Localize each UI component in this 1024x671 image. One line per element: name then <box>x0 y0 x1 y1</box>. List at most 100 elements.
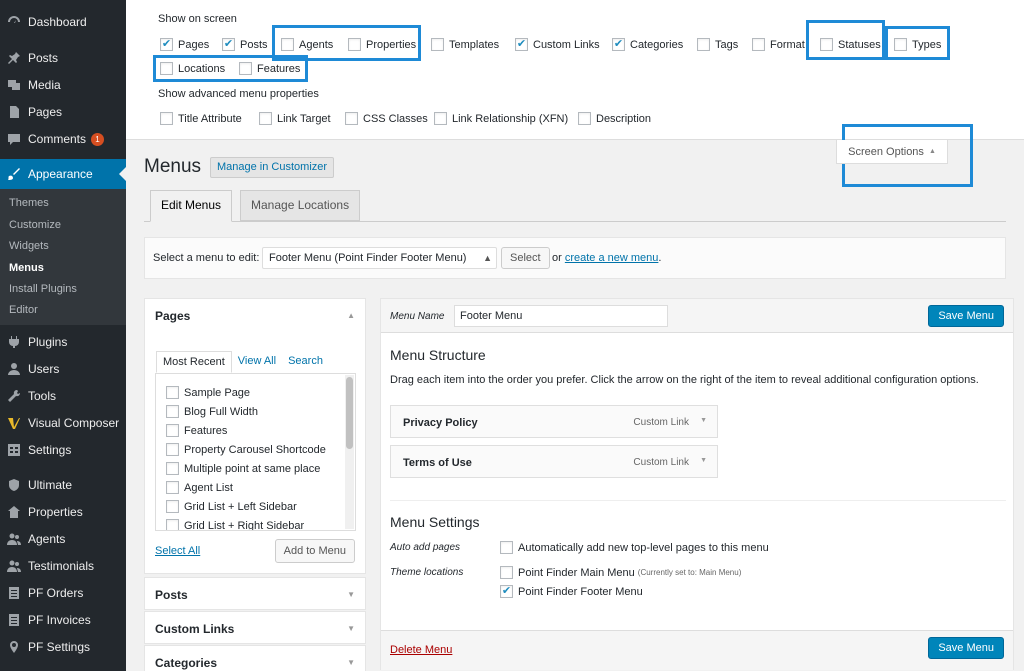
collapse-arrow-icon[interactable]: ▲ <box>347 311 355 320</box>
checkbox[interactable] <box>752 38 765 51</box>
checkbox[interactable] <box>160 62 173 75</box>
checkbox[interactable] <box>431 38 444 51</box>
option-link-target[interactable]: Link Target <box>259 112 331 125</box>
checkbox[interactable] <box>820 38 833 51</box>
menu-item-terms-of-use[interactable]: Terms of Use Custom Link ▼ <box>390 445 718 478</box>
checkbox[interactable] <box>166 462 179 475</box>
option-posts[interactable]: Posts <box>222 38 268 51</box>
menu-item-privacy-policy[interactable]: Privacy Policy Custom Link ▼ <box>390 405 718 438</box>
posts-panel[interactable]: Posts ▼ <box>144 577 366 610</box>
nav-agents[interactable]: Agents <box>0 527 126 551</box>
nav-testimonials[interactable]: Testimonials <box>0 554 126 578</box>
create-new-menu-link[interactable]: create a new menu <box>565 252 659 264</box>
nav-settings[interactable]: Settings <box>0 438 126 462</box>
checkbox[interactable] <box>166 405 179 418</box>
expand-arrow-icon[interactable]: ▼ <box>700 417 707 424</box>
select-all-link[interactable]: Select All <box>155 545 200 557</box>
custom-links-panel[interactable]: Custom Links ▼ <box>144 611 366 644</box>
nav-comments[interactable]: Comments 1 <box>0 127 126 151</box>
tab-view-all[interactable]: View All <box>232 351 282 373</box>
checkbox[interactable] <box>500 566 513 579</box>
checkbox[interactable] <box>434 112 447 125</box>
tab-manage-locations[interactable]: Manage Locations <box>240 190 361 221</box>
list-item[interactable]: Agent List <box>166 481 233 494</box>
nav-pf-invoices[interactable]: PF Invoices <box>0 608 126 632</box>
tab-edit-menus[interactable]: Edit Menus <box>150 190 233 222</box>
submenu-themes[interactable]: Themes <box>9 195 49 211</box>
checkbox[interactable] <box>345 112 358 125</box>
checkbox[interactable] <box>578 112 591 125</box>
option-format[interactable]: Format <box>752 38 805 51</box>
checkbox[interactable] <box>239 62 252 75</box>
list-item[interactable]: Property Carousel Shortcode <box>166 443 326 456</box>
checkbox[interactable] <box>515 38 528 51</box>
option-locations[interactable]: Locations <box>160 62 225 75</box>
submenu-editor[interactable]: Editor <box>9 302 38 318</box>
location-footer-menu[interactable]: Point Finder Footer Menu <box>500 585 643 598</box>
nav-pf-settings[interactable]: PF Settings <box>0 635 126 659</box>
option-types[interactable]: Types <box>894 38 941 51</box>
delete-menu-link[interactable]: Delete Menu <box>390 644 452 656</box>
location-main-menu[interactable]: Point Finder Main Menu (Currently set to:… <box>500 566 741 579</box>
screen-options-toggle[interactable]: Screen Options ▲ <box>836 140 948 164</box>
option-link-relationship[interactable]: Link Relationship (XFN) <box>434 112 568 125</box>
list-item[interactable]: Grid List + Right Sidebar <box>166 519 304 530</box>
list-item[interactable]: Features <box>166 424 227 437</box>
manage-in-customizer-button[interactable]: Manage in Customizer <box>210 157 335 178</box>
menu-name-input[interactable]: Footer Menu <box>454 305 668 327</box>
option-properties[interactable]: Properties <box>348 38 416 51</box>
option-agents[interactable]: Agents <box>281 38 333 51</box>
nav-pf-orders[interactable]: PF Orders <box>0 581 126 605</box>
option-categories[interactable]: Categories <box>612 38 683 51</box>
option-features[interactable]: Features <box>239 62 300 75</box>
checkbox[interactable] <box>281 38 294 51</box>
checkbox[interactable] <box>697 38 710 51</box>
nav-media[interactable]: Media <box>0 73 126 97</box>
nav-plugins[interactable]: Plugins <box>0 330 126 354</box>
submenu-customize[interactable]: Customize <box>9 217 61 233</box>
nav-ultimate[interactable]: Ultimate <box>0 473 126 497</box>
checkbox[interactable] <box>166 386 179 399</box>
add-to-menu-button[interactable]: Add to Menu <box>274 539 355 563</box>
list-item[interactable]: Sample Page <box>166 386 250 399</box>
checkbox[interactable] <box>160 38 173 51</box>
option-css-classes[interactable]: CSS Classes <box>345 112 428 125</box>
page-checklist[interactable]: Sample Page Blog Full Width Features Pro… <box>155 373 356 531</box>
option-pages[interactable]: Pages <box>160 38 209 51</box>
tab-search[interactable]: Search <box>282 351 329 373</box>
option-statuses[interactable]: Statuses <box>820 38 881 51</box>
list-item[interactable]: Multiple point at same place <box>166 462 320 475</box>
list-item[interactable]: Blog Full Width <box>166 405 258 418</box>
checkbox[interactable] <box>500 585 513 598</box>
list-item[interactable]: Grid List + Left Sidebar <box>166 500 297 513</box>
checkbox[interactable] <box>166 481 179 494</box>
categories-panel[interactable]: Categories ▼ <box>144 645 366 671</box>
checkbox[interactable] <box>894 38 907 51</box>
expand-arrow-icon[interactable]: ▼ <box>700 457 707 464</box>
auto-add-pages-option[interactable]: Automatically add new top-level pages to… <box>500 541 769 554</box>
nav-tools[interactable]: Tools <box>0 384 126 408</box>
option-description[interactable]: Description <box>578 112 651 125</box>
checkbox[interactable] <box>612 38 625 51</box>
checkbox[interactable] <box>500 541 513 554</box>
list-scrollbar[interactable] <box>345 375 354 529</box>
save-menu-button-top[interactable]: Save Menu <box>928 305 1004 327</box>
tab-most-recent[interactable]: Most Recent <box>156 351 232 373</box>
menu-select-dropdown[interactable]: Footer Menu (Point Finder Footer Menu) ▲ <box>262 247 497 269</box>
scroll-thumb[interactable] <box>346 377 353 449</box>
nav-posts[interactable]: Posts <box>0 46 126 70</box>
nav-pages[interactable]: Pages <box>0 100 126 124</box>
checkbox[interactable] <box>166 424 179 437</box>
option-templates[interactable]: Templates <box>431 38 499 51</box>
nav-users[interactable]: Users <box>0 357 126 381</box>
submenu-install-plugins[interactable]: Install Plugins <box>9 281 77 297</box>
option-title-attribute[interactable]: Title Attribute <box>160 112 242 125</box>
checkbox[interactable] <box>166 519 179 530</box>
nav-dashboard[interactable]: Dashboard <box>0 10 126 34</box>
option-custom-links[interactable]: Custom Links <box>515 38 600 51</box>
checkbox[interactable] <box>348 38 361 51</box>
option-tags[interactable]: Tags <box>697 38 738 51</box>
nav-appearance[interactable]: Appearance <box>0 159 126 189</box>
select-button[interactable]: Select <box>501 247 550 269</box>
submenu-menus[interactable]: Menus <box>9 260 44 276</box>
